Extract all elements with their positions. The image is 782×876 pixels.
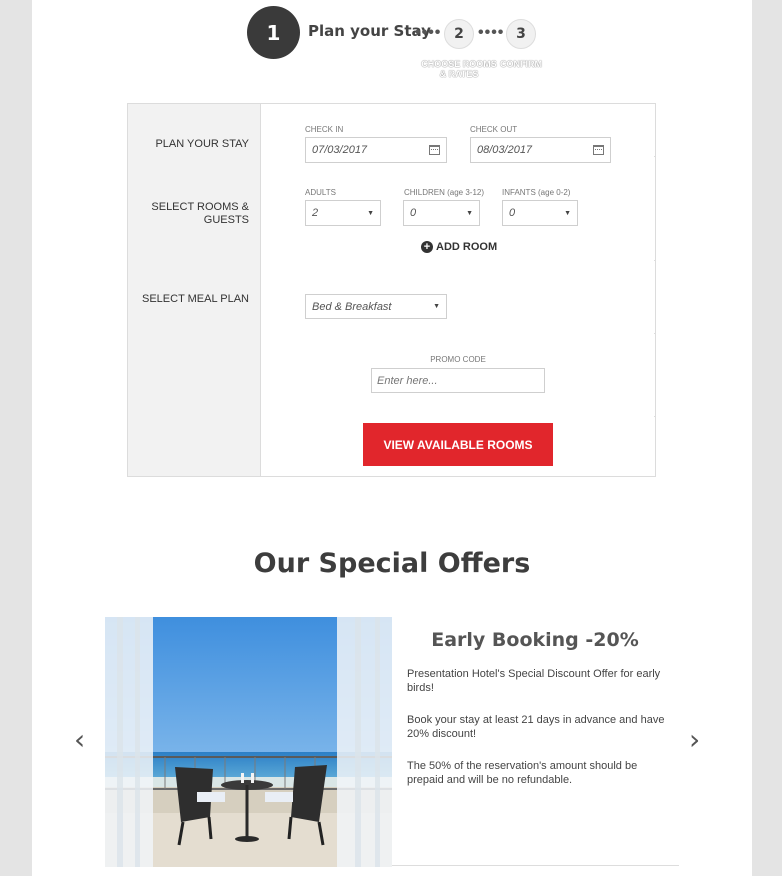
booking-form: PLAN YOUR STAY SELECT ROOMS & GUESTS SEL…: [127, 103, 656, 477]
special-offers-title: Our Special Offers: [253, 548, 531, 579]
offer-heading: Early Booking -20%: [431, 629, 639, 651]
offer-paragraph-1: Presentation Hotel's Special Discount Of…: [407, 668, 661, 694]
step-connector-dots: ••••: [415, 24, 442, 41]
select-rooms-label-line1: SELECT ROOMS &: [151, 201, 249, 213]
select-rooms-label-line2: GUESTS: [203, 214, 249, 226]
offer-paragraph-3: The 50% of the reservation's amount shou…: [407, 760, 638, 786]
offer-divider: [392, 865, 679, 866]
step-1-label: Plan your Stay: [308, 22, 431, 40]
caret-down-icon: ▼: [564, 209, 571, 217]
divider: [654, 333, 656, 334]
add-room-button[interactable]: + ADD ROOM: [421, 241, 497, 253]
infants-select[interactable]: 0 ▼: [502, 200, 578, 226]
check-out-label: CHECK OUT: [470, 125, 518, 134]
step-1-number: 1: [266, 20, 281, 45]
divider: [654, 416, 656, 417]
caret-down-icon: ▼: [367, 209, 374, 217]
chevron-left-icon[interactable]: ‹: [74, 726, 85, 754]
meal-plan-select[interactable]: Bed & Breakfast ▼: [305, 294, 447, 319]
divider: [654, 156, 656, 157]
check-out-field[interactable]: 08/03/2017: [470, 137, 611, 163]
plan-your-stay-label: PLAN YOUR STAY: [155, 138, 249, 150]
adults-select[interactable]: 2 ▼: [305, 200, 381, 226]
children-value: 0: [410, 207, 417, 219]
promo-code-input[interactable]: Enter here...: [371, 368, 545, 393]
step-2-sublabel: CHOOSE ROOMS & RATES: [421, 59, 497, 79]
children-select[interactable]: 0 ▼: [403, 200, 480, 226]
infants-label: INFANTS (age 0-2): [502, 188, 571, 197]
check-in-field[interactable]: 07/03/2017: [305, 137, 447, 163]
meal-plan-value: Bed & Breakfast: [312, 300, 392, 313]
adults-label: ADULTS: [305, 188, 336, 197]
check-in-value: 07/03/2017: [312, 144, 368, 156]
infants-value: 0: [509, 207, 516, 219]
check-in-label: CHECK IN: [305, 125, 344, 134]
step-2-circle: 2: [444, 19, 474, 49]
children-label: CHILDREN (age 3-12): [404, 188, 485, 197]
adults-value: 2: [312, 207, 319, 219]
balcony-sea-view-image: [105, 617, 392, 867]
step-connector-dots: ••••: [478, 24, 505, 41]
calendar-icon[interactable]: [429, 145, 440, 155]
caret-down-icon: ▼: [466, 209, 473, 217]
step-1-circle: 1: [247, 6, 300, 59]
select-rooms-label: SELECT ROOMS & GUESTS: [151, 201, 249, 227]
page: 1 Plan your Stay •••• 2 •••• 3 CHOOSE RO…: [32, 0, 752, 876]
step-3-circle: 3: [506, 19, 536, 49]
divider: [654, 260, 656, 261]
step-3-number: 3: [516, 26, 526, 42]
add-room-label: ADD ROOM: [436, 241, 498, 253]
check-out-value: 08/03/2017: [477, 144, 533, 156]
caret-down-icon: ▼: [433, 303, 440, 310]
calendar-icon[interactable]: [593, 145, 604, 155]
select-meal-plan-label: SELECT MEAL PLAN: [142, 293, 249, 305]
step-2-number: 2: [454, 26, 464, 42]
promo-code-label: PROMO CODE: [430, 355, 486, 364]
view-available-rooms-button[interactable]: VIEW AVAILABLE ROOMS: [363, 423, 553, 466]
form-label-column: PLAN YOUR STAY SELECT ROOMS & GUESTS SEL…: [128, 104, 261, 476]
chevron-right-icon[interactable]: ›: [689, 726, 700, 754]
step-3-sublabel: CONFIRM: [500, 59, 542, 69]
offer-image: [105, 617, 392, 867]
plus-circle-icon: +: [421, 241, 433, 253]
offer-paragraph-2: Book your stay at least 21 days in advan…: [407, 714, 665, 740]
promo-code-placeholder: Enter here...: [377, 374, 438, 387]
